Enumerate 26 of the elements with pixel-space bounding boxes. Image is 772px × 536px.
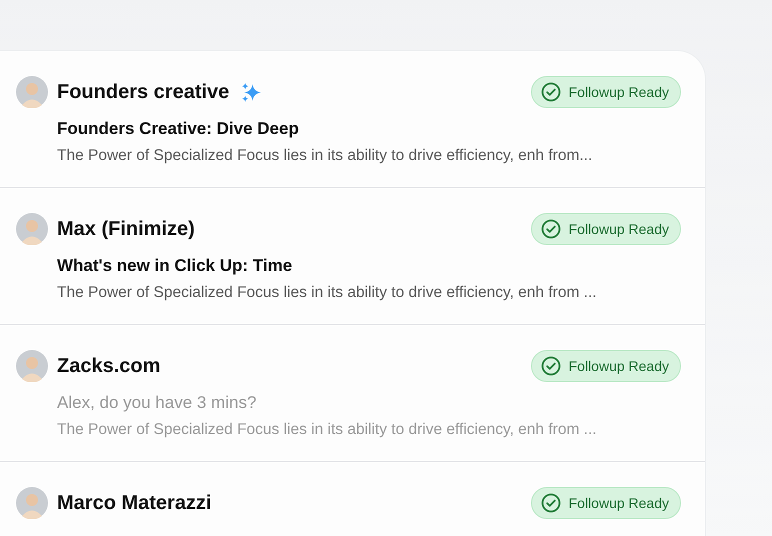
- email-preview: The Power of Specialized Focus lies in its ability to drive efficiency, enh from...: [57, 147, 594, 165]
- sender-name: Max (Finimize): [57, 218, 195, 240]
- status-text: Followup Ready: [568, 84, 669, 100]
- message-row[interactable]: Founders creative Followup Ready Founders Creative: Dive Deep The Power of Specialized Focus lies in its ability to drive efficiency, enh from...: [0, 51, 705, 188]
- check-circle-icon: [540, 219, 561, 239]
- message-row[interactable]: Max (Finimize) Followup Ready What's new in Click Up: Time The Power of Specialized Focus lies in its ability to drive efficiency, enh from ...: [0, 188, 705, 325]
- check-circle-icon: [540, 356, 561, 376]
- status-text: Followup Ready: [568, 221, 669, 237]
- check-circle-icon: [540, 82, 561, 102]
- message-row[interactable]: Marco Materazzi Followup Ready: [0, 462, 705, 536]
- avatar-icon: [16, 487, 48, 519]
- status-text: Followup Ready: [568, 495, 669, 511]
- email-subject: What's new in Click Up: Time: [57, 256, 294, 276]
- email-preview: The Power of Specialized Focus lies in its ability to drive efficiency, enh from ...: [57, 284, 598, 302]
- sender-name: Marco Materazzi: [57, 492, 212, 514]
- message-row[interactable]: Zacks.com Followup Ready Alex, do you have 3 mins? The Power of Specialized Focus lies in its ability to drive efficiency, enh from ...: [0, 325, 705, 462]
- email-subject: Alex, do you have 3 mins?: [57, 393, 258, 413]
- status-text: Followup Ready: [568, 358, 669, 374]
- sender-name: Founders creative: [57, 80, 230, 104]
- sender-name: Zacks.com: [57, 354, 160, 378]
- email-preview: The Power of Specialized Focus lies in its ability to drive efficiency, enh from ...: [57, 421, 598, 439]
- email-subject: Founders Creative: Dive Deep: [57, 119, 300, 139]
- avatar-icon: [16, 350, 48, 382]
- avatar-icon: [16, 76, 48, 108]
- avatar-icon: [16, 213, 48, 245]
- check-circle-icon: [540, 493, 561, 513]
